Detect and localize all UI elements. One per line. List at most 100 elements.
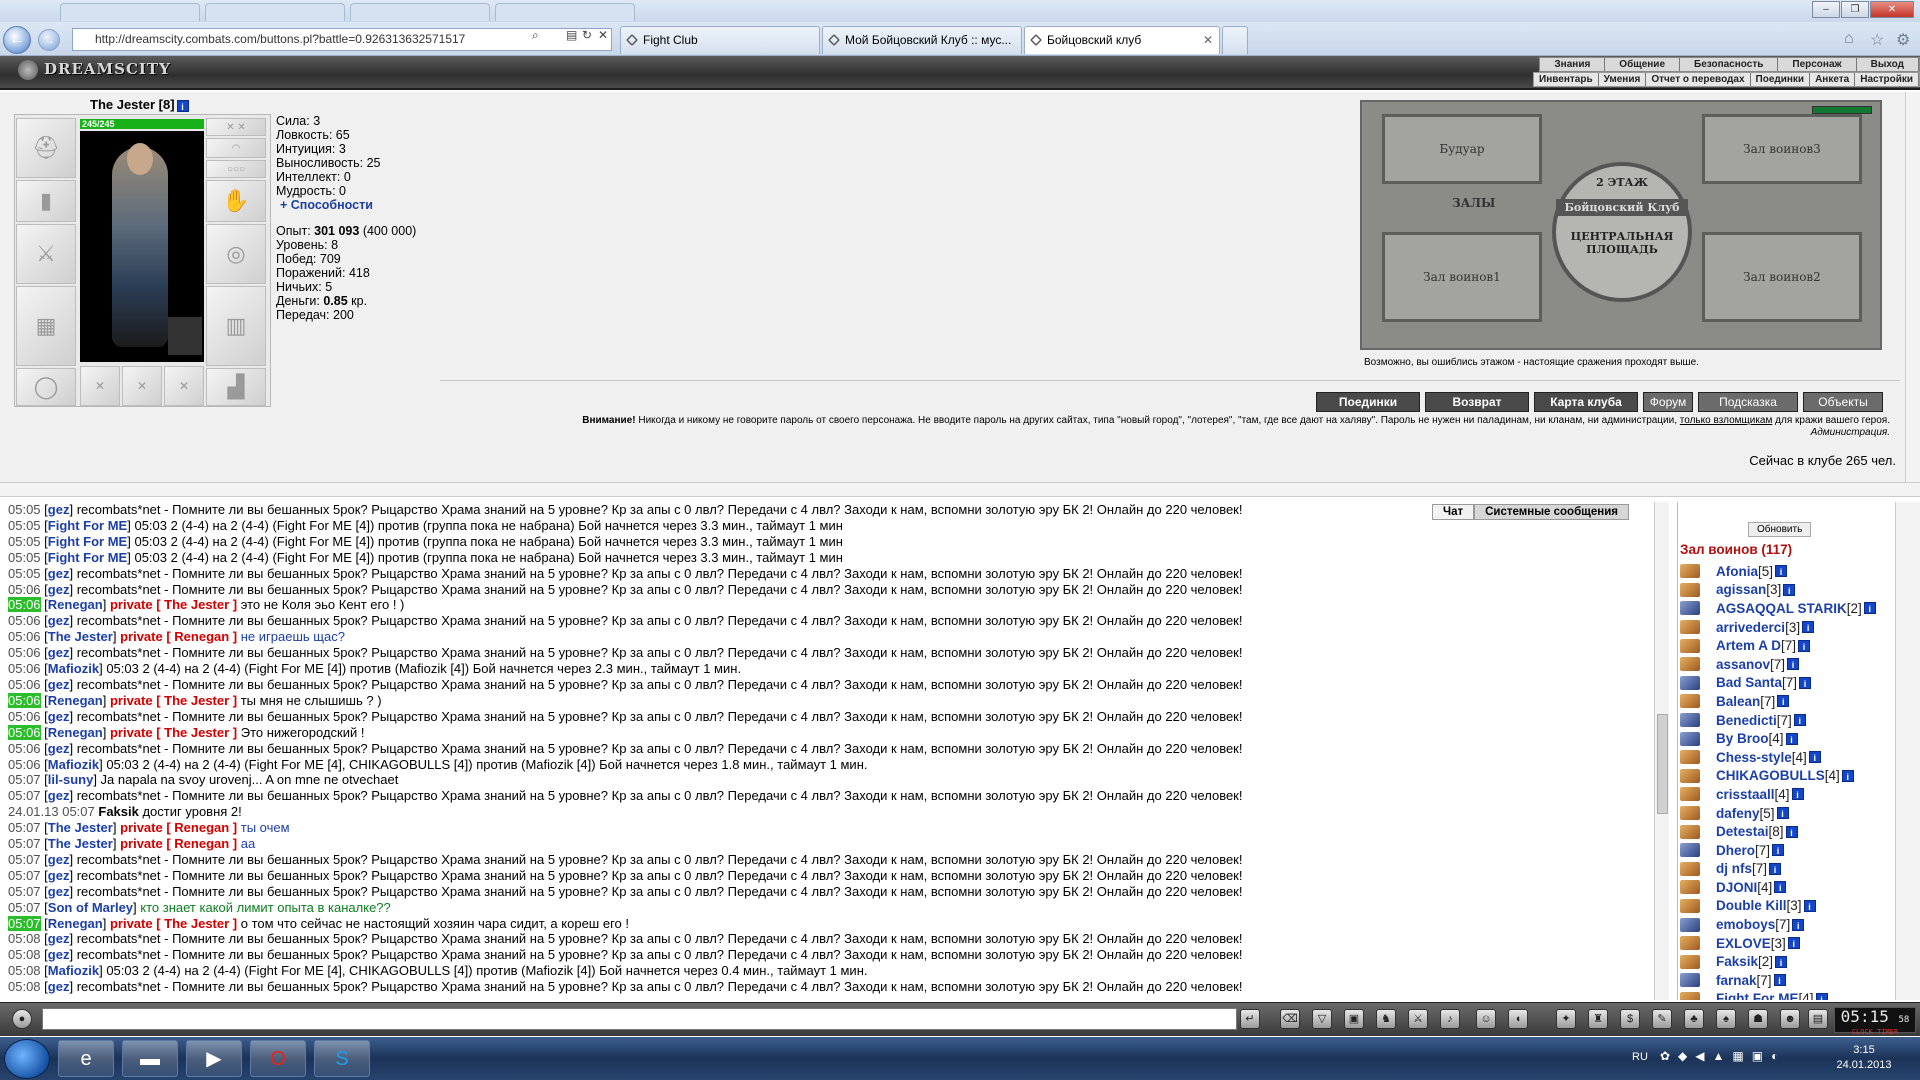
chat-input[interactable] bbox=[42, 1008, 1237, 1030]
player-row[interactable]: Artem A D [7] i bbox=[1680, 636, 1894, 655]
browser-old-tab[interactable] bbox=[350, 3, 490, 21]
chat-system-name[interactable]: Faksik bbox=[98, 804, 138, 819]
player-list-scrollbar[interactable] bbox=[1895, 502, 1920, 1000]
rune-slot[interactable]: ✕ bbox=[80, 366, 120, 406]
player-status-icon[interactable] bbox=[1680, 694, 1700, 709]
menu-inventory[interactable]: Инвентарь bbox=[1534, 73, 1599, 86]
info-icon[interactable]: i bbox=[1769, 862, 1782, 875]
chat-nick[interactable]: Renegan bbox=[48, 597, 103, 612]
player-row[interactable]: Chess-style [4] i bbox=[1680, 748, 1894, 767]
chat-nick[interactable]: Fight For ME bbox=[48, 534, 127, 549]
chat-scrollbar[interactable] bbox=[1654, 502, 1669, 1000]
player-name[interactable]: Dhero bbox=[1716, 843, 1755, 858]
menu-security[interactable]: Безопасность bbox=[1680, 58, 1779, 71]
stop-icon[interactable]: ✕ bbox=[598, 28, 608, 42]
player-row[interactable]: Benedicti [7] i bbox=[1680, 711, 1894, 730]
info-icon[interactable]: i bbox=[1776, 807, 1789, 820]
info-icon[interactable]: i bbox=[1808, 751, 1821, 764]
chat-nick[interactable]: Fight For ME bbox=[48, 550, 127, 565]
player-row[interactable]: farnak [7] i bbox=[1680, 971, 1894, 990]
chat-nick[interactable]: gez bbox=[48, 788, 70, 803]
player-row[interactable]: dafeny [5] i bbox=[1680, 804, 1894, 823]
close-tab-icon[interactable]: ✕ bbox=[1203, 27, 1213, 53]
search-icon[interactable]: ⌕ bbox=[532, 28, 539, 43]
player-status-icon[interactable] bbox=[1680, 601, 1700, 616]
info-icon[interactable]: i bbox=[1785, 825, 1798, 838]
player-status-icon[interactable] bbox=[1680, 936, 1700, 951]
info-icon[interactable]: i bbox=[1792, 918, 1805, 931]
player-status-icon[interactable] bbox=[1680, 750, 1700, 765]
chat-nick[interactable]: Mafiozik bbox=[48, 661, 99, 676]
chat-time[interactable]: 05:07 bbox=[8, 884, 41, 899]
tab-fight-club[interactable]: Fight Club bbox=[620, 26, 820, 54]
chat-time[interactable]: 05:06 bbox=[8, 692, 41, 708]
legs-slot[interactable]: ▥ bbox=[206, 286, 266, 366]
chat-time[interactable]: 05:08 bbox=[8, 979, 41, 994]
chat-nick[interactable]: The Jester bbox=[48, 629, 113, 644]
skype-icon[interactable]: S bbox=[314, 1040, 370, 1077]
chat-private-tag[interactable]: private [ The Jester ] bbox=[110, 725, 237, 740]
frame-splitter[interactable] bbox=[0, 482, 1920, 497]
player-row[interactable]: agissan [3] i bbox=[1680, 581, 1894, 600]
player-row[interactable]: Afonia [5] i bbox=[1680, 562, 1894, 581]
chat-mode-icon[interactable]: ● bbox=[12, 1009, 32, 1029]
chat-time[interactable]: 05:07 bbox=[8, 852, 41, 867]
chat-nick[interactable]: gez bbox=[48, 709, 70, 724]
menu-knowledge[interactable]: Знания bbox=[1540, 58, 1606, 71]
tray-icons[interactable]: ✿◆◀▲▦▣◐ bbox=[1660, 1049, 1820, 1067]
player-status-icon[interactable] bbox=[1680, 898, 1700, 913]
player-row[interactable]: Balean [7] i bbox=[1680, 692, 1894, 711]
player-name[interactable]: CHIKAGOBULLS bbox=[1716, 768, 1825, 783]
info-icon[interactable]: i bbox=[1787, 937, 1800, 950]
chat-nick[interactable]: gez bbox=[48, 502, 70, 517]
earrings-slot[interactable]: ◠ bbox=[206, 138, 266, 158]
ghost-icon[interactable]: ☻ bbox=[1780, 1009, 1800, 1029]
minimize-button[interactable]: – bbox=[1812, 1, 1840, 18]
player-name[interactable]: emoboys bbox=[1716, 917, 1775, 932]
player-name[interactable]: agissan bbox=[1716, 582, 1766, 597]
info-icon[interactable]: i bbox=[1787, 658, 1800, 671]
chat-time[interactable]: 05:05 bbox=[8, 550, 41, 565]
chat-nick[interactable]: gez bbox=[48, 677, 70, 692]
chat-time[interactable]: 05:05 bbox=[8, 534, 41, 549]
chat-nick[interactable]: gez bbox=[48, 645, 70, 660]
player-status-icon[interactable] bbox=[1680, 731, 1700, 746]
ie-icon[interactable]: e bbox=[58, 1040, 114, 1077]
info-icon[interactable]: i bbox=[1815, 992, 1828, 1000]
chat-nick[interactable]: gez bbox=[48, 868, 70, 883]
chat-time[interactable]: 05:05 bbox=[8, 518, 41, 533]
map-hall-warriors3[interactable]: Зал воинов3 bbox=[1702, 114, 1862, 184]
armor-slot[interactable]: ▦ bbox=[16, 286, 76, 366]
gloves-slot[interactable]: ✋ bbox=[206, 180, 266, 222]
info-icon[interactable]: i bbox=[1774, 881, 1787, 894]
chat-time[interactable]: 05:06 bbox=[8, 582, 41, 597]
maximize-button[interactable]: ❐ bbox=[1841, 1, 1869, 18]
favorites-star-icon[interactable]: ☆ bbox=[1870, 30, 1884, 50]
chat-nick[interactable]: gez bbox=[48, 566, 70, 581]
player-status-icon[interactable] bbox=[1680, 675, 1700, 690]
chat-scroll-thumb[interactable] bbox=[1657, 714, 1668, 814]
chat-nick[interactable]: gez bbox=[48, 979, 70, 994]
player-name[interactable]: Detestai bbox=[1716, 824, 1769, 839]
player-status-icon[interactable] bbox=[1680, 824, 1700, 839]
boots-slot[interactable]: ▟ bbox=[206, 368, 266, 406]
menu-character[interactable]: Персонаж bbox=[1778, 58, 1857, 71]
settings-gear-icon[interactable]: ⚙ bbox=[1896, 30, 1910, 50]
chat-nick[interactable]: Mafiozik bbox=[48, 757, 99, 772]
chat-nick[interactable]: Mafiozik bbox=[48, 963, 99, 978]
media-player-icon[interactable]: ▶ bbox=[186, 1040, 242, 1077]
player-name[interactable]: Double Kill bbox=[1716, 898, 1787, 913]
return-button[interactable]: Возврат bbox=[1425, 392, 1529, 412]
player-row[interactable]: arrivederci [3] i bbox=[1680, 618, 1894, 637]
menu-communication[interactable]: Общение bbox=[1605, 58, 1680, 71]
player-row[interactable]: By Broo [4] i bbox=[1680, 729, 1894, 748]
back-button[interactable]: ← bbox=[3, 26, 31, 54]
chat-time[interactable]: 05:07 bbox=[8, 772, 41, 787]
player-name[interactable]: farnak bbox=[1716, 973, 1757, 988]
player-status-icon[interactable] bbox=[1680, 582, 1700, 597]
player-row[interactable]: CHIKAGOBULLS [4] i bbox=[1680, 767, 1894, 786]
player-row[interactable]: emoboys [7] i bbox=[1680, 915, 1894, 934]
hint-button[interactable]: Подсказка bbox=[1698, 392, 1798, 412]
compat-icon[interactable]: ▤ bbox=[566, 28, 577, 42]
player-row[interactable]: DJONI [4] i bbox=[1680, 878, 1894, 897]
